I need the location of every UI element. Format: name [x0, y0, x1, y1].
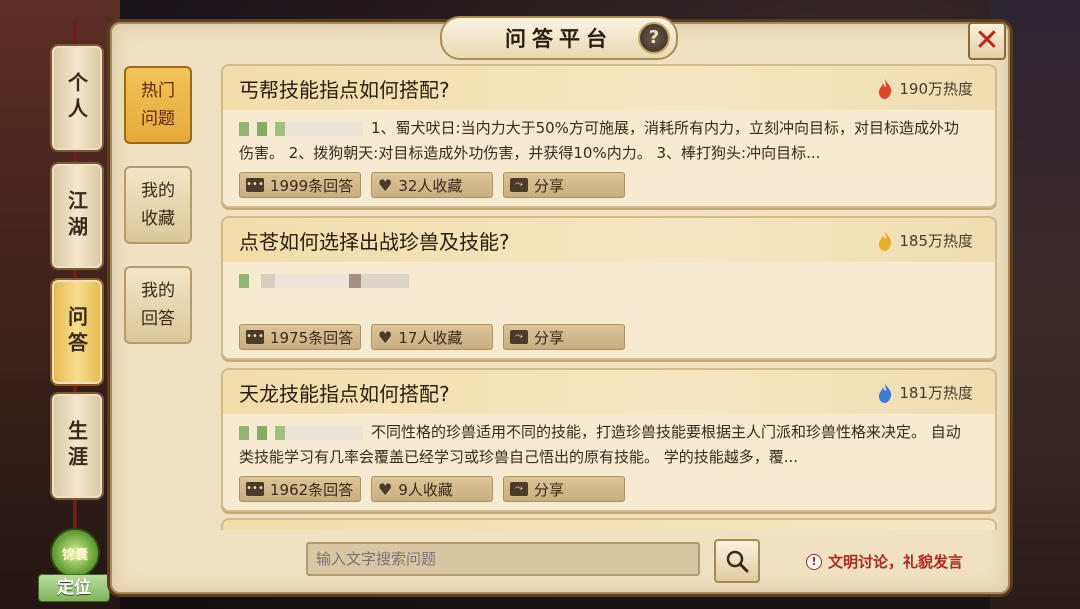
- favorites-count: 9人收藏: [398, 480, 453, 499]
- answers-count: 1962条回答: [270, 480, 354, 499]
- answers-count: 1999条回答: [270, 176, 354, 195]
- answer-preview: [239, 268, 973, 318]
- answers-count: 1975条回答: [270, 328, 354, 347]
- share-button[interactable]: ⤳ 分享: [503, 476, 625, 502]
- favorite-button[interactable]: ♥ 17人收藏: [371, 324, 493, 350]
- card-actions: ••• 1975条回答 ♥ 17人收藏 ⤳ 分享: [239, 324, 625, 350]
- card-actions: ••• 1962条回答 ♥ 9人收藏 ⤳ 分享: [239, 476, 625, 502]
- favorite-button[interactable]: ♥ 32人收藏: [371, 172, 493, 198]
- notice-text: 文明讨论，礼貌发言: [828, 553, 964, 571]
- tab-jianghu[interactable]: 江湖: [50, 162, 104, 270]
- tab-career[interactable]: 生涯: [50, 392, 104, 500]
- locate-button[interactable]: 锦囊 定位: [30, 522, 120, 602]
- share-button[interactable]: ⤳ 分享: [503, 324, 625, 350]
- question-title[interactable]: 点苍如何选择出战珍兽及技能?: [239, 226, 510, 255]
- heart-icon: ♥: [378, 479, 393, 499]
- answer-preview: 1、蜀犬吠日:当内力大于50%方可施展，消耗所有内力，立刻冲向目标，对目标造成外…: [239, 116, 973, 166]
- chat-icon: •••: [246, 178, 264, 192]
- answer-preview: 不同性格的珍兽适用不同的技能，打造珍兽技能要根据主人门派和珍兽性格来决定。 自动…: [239, 420, 973, 470]
- flame-icon: [879, 230, 892, 251]
- favorite-button[interactable]: ♥ 9人收藏: [371, 476, 493, 502]
- answers-button[interactable]: ••• 1999条回答: [239, 172, 361, 198]
- blurred-username: [239, 273, 409, 288]
- answers-button[interactable]: ••• 1975条回答: [239, 324, 361, 350]
- question-card[interactable]: 点苍如何选择出战珍兽及技能? 185万热度 ••• 1975条回答 ♥ 17人收藏 …: [221, 216, 997, 360]
- share-icon: ⤳: [510, 482, 528, 496]
- share-label: 分享: [534, 480, 565, 499]
- favorites-count: 17人收藏: [398, 328, 463, 347]
- question-card[interactable]: 丐帮技能指点如何搭配? 190万热度 1、蜀犬吠日:当内力大于50%方可施展，消…: [221, 64, 997, 208]
- heat-value: 181万热度: [899, 384, 973, 402]
- heat-value: 185万热度: [899, 232, 973, 250]
- favorites-count: 32人收藏: [398, 176, 463, 195]
- share-button[interactable]: ⤳ 分享: [503, 172, 625, 198]
- heat-badge: 181万热度: [877, 382, 973, 403]
- share-icon: ⤳: [510, 178, 528, 192]
- category-label-line1: 热门: [141, 81, 175, 101]
- category-my-answers[interactable]: 我的 回答: [124, 266, 192, 344]
- question-card[interactable]: 天龙技能指点如何搭配? 181万热度 不同性格的珍兽适用不同的技能，打造珍兽技能…: [221, 368, 997, 512]
- category-label-line1: 我的: [141, 181, 175, 201]
- category-label-line1: 我的: [141, 281, 175, 301]
- close-button[interactable]: ✕: [968, 22, 1006, 60]
- heart-icon: ♥: [378, 327, 393, 347]
- category-label-line2: 问题: [141, 109, 175, 129]
- answers-button[interactable]: ••• 1962条回答: [239, 476, 361, 502]
- etiquette-notice: ! 文明讨论，礼貌发言: [806, 551, 963, 572]
- tab-personal[interactable]: 个人: [50, 44, 104, 152]
- share-icon: ⤳: [510, 330, 528, 344]
- blurred-username: [239, 121, 363, 136]
- card-actions: ••• 1999条回答 ♥ 32人收藏 ⤳ 分享: [239, 172, 625, 198]
- category-hot-questions[interactable]: 热门 问题: [124, 66, 192, 144]
- help-icon[interactable]: ?: [638, 22, 670, 54]
- search-input[interactable]: [306, 542, 700, 576]
- category-my-favorites[interactable]: 我的 收藏: [124, 166, 192, 244]
- chat-icon: •••: [246, 330, 264, 344]
- warning-icon: !: [806, 553, 822, 570]
- flame-icon: [879, 78, 892, 99]
- blurred-username: [239, 425, 363, 440]
- locate-label: 定位: [38, 574, 110, 602]
- tab-qa[interactable]: 问答: [50, 278, 104, 386]
- next-card-peek: [221, 518, 997, 530]
- heart-icon: ♥: [378, 175, 393, 195]
- search-button[interactable]: [714, 539, 760, 583]
- question-title[interactable]: 天龙技能指点如何搭配?: [239, 378, 450, 407]
- category-label-line2: 回答: [141, 309, 175, 329]
- question-title[interactable]: 丐帮技能指点如何搭配?: [239, 74, 450, 103]
- share-label: 分享: [534, 328, 565, 347]
- heat-value: 190万热度: [899, 80, 973, 98]
- category-label-line2: 收藏: [141, 209, 175, 229]
- search-icon: [726, 550, 749, 573]
- share-label: 分享: [534, 176, 565, 195]
- chat-icon: •••: [246, 482, 264, 496]
- flame-icon: [879, 382, 892, 403]
- heat-badge: 185万热度: [877, 230, 973, 251]
- locate-badge-icon: 锦囊: [50, 528, 100, 578]
- heat-badge: 190万热度: [877, 78, 973, 99]
